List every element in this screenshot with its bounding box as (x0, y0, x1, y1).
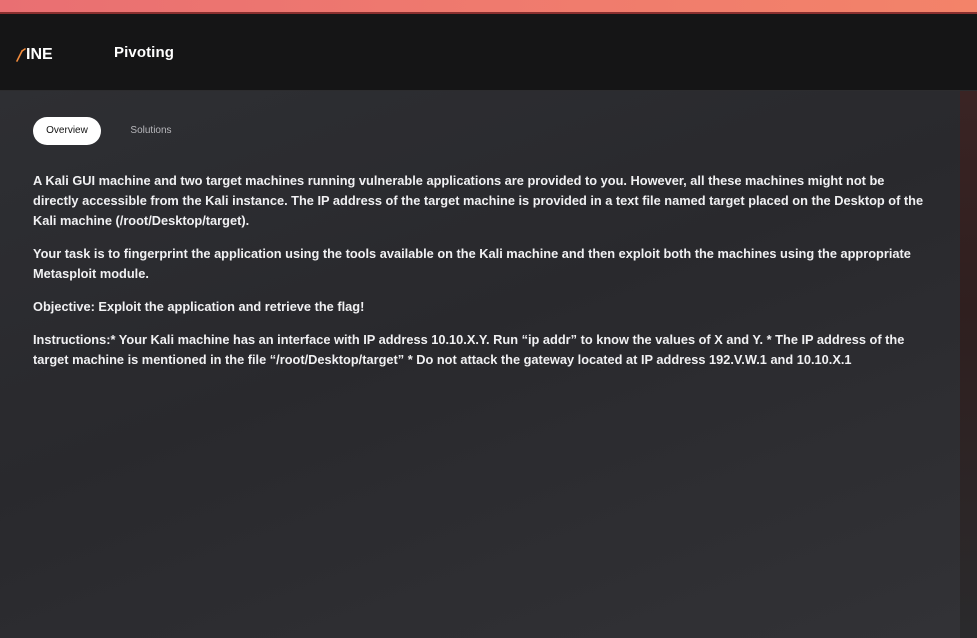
lab-description-panel: Overview Solutions A Kali GUI machine an… (0, 91, 960, 638)
vertical-scrollbar[interactable] (960, 91, 977, 638)
objective-paragraph: Objective: Exploit the application and r… (33, 299, 365, 314)
logo-text: INE (26, 46, 53, 63)
tab-solutions[interactable]: Solutions (115, 117, 187, 145)
app-header: INE Pivoting (0, 14, 977, 91)
overview-content: A Kali GUI machine and two target machin… (33, 171, 933, 383)
ine-logo[interactable]: INE (16, 42, 72, 64)
tab-overview[interactable]: Overview (33, 117, 101, 145)
task-paragraph: Your task is to fingerprint the applicat… (33, 246, 911, 281)
instructions-paragraph: Instructions:* Your Kali machine has an … (33, 332, 905, 367)
browser-top-strip (0, 0, 977, 14)
page-title: Pivoting (114, 44, 174, 61)
scrollbar-thumb[interactable] (960, 91, 977, 638)
description-paragraph: A Kali GUI machine and two target machin… (33, 173, 924, 228)
